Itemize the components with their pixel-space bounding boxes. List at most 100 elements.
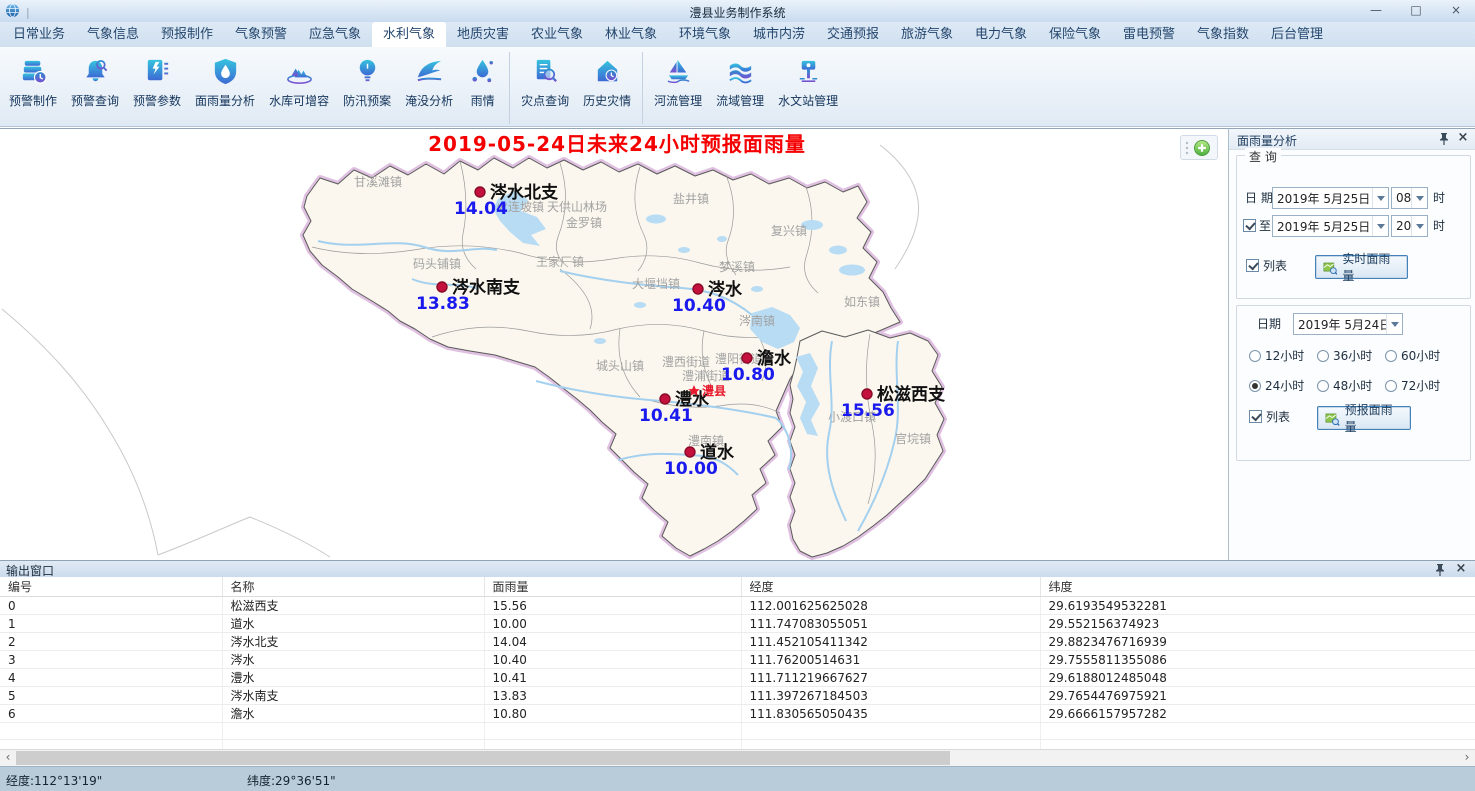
menu-tab[interactable]: 旅游气象 (890, 22, 964, 47)
table-cell: 6 (0, 705, 222, 723)
town-label: 码头铺镇 (413, 257, 461, 271)
menu-tab[interactable]: 气象信息 (76, 22, 150, 47)
forecast-date-select[interactable]: 2019年 5月24日 (1293, 313, 1403, 335)
table-row[interactable]: 3涔水10.40111.7620051463129.7555811355086 (0, 651, 1475, 669)
scroll-left-arrow[interactable]: ‹ (0, 750, 16, 766)
radio-option[interactable]: 24小时 (1249, 377, 1304, 394)
table-cell: 4 (0, 669, 222, 687)
river-icon (663, 53, 694, 89)
close-button[interactable]: × (1447, 2, 1465, 18)
menu-tab[interactable]: 环境气象 (668, 22, 742, 47)
station-dot-icon (742, 353, 752, 363)
toolbar-button[interactable]: 河流管理 (647, 50, 709, 126)
submerge-icon (414, 53, 445, 89)
output-pin-icon[interactable] (1435, 563, 1447, 577)
menu-tab[interactable]: 后台管理 (1260, 22, 1334, 47)
horizontal-scrollbar[interactable]: ‹ › (0, 749, 1475, 766)
realtime-rain-button[interactable]: 实时面雨量 (1315, 255, 1408, 279)
map-svg[interactable]: 甘溪滩镇火连坡镇天供山林场金罗镇盐井镇复兴镇码头铺镇王家厂镇大堰垱镇梦溪镇如东镇… (0, 129, 1228, 561)
table-row[interactable]: 5涔水南支13.83111.39726718450329.76544769759… (0, 687, 1475, 705)
toolbar-button[interactable]: 历史灾情 (576, 50, 638, 126)
radio-option[interactable]: 60小时 (1385, 347, 1440, 364)
table-row[interactable]: 2涔水北支14.04111.45210541134229.88234767169… (0, 633, 1475, 651)
forecast-list-checkbox[interactable] (1249, 410, 1262, 423)
column-header[interactable]: 面雨量 (484, 577, 741, 597)
toolbar-button[interactable]: 预警参数 (126, 50, 188, 126)
map-zoom-button[interactable] (1180, 135, 1218, 160)
menu-tab[interactable]: 应急气象 (298, 22, 372, 47)
radio-option[interactable]: 72小时 (1385, 377, 1440, 394)
menu-tab[interactable]: 气象指数 (1186, 22, 1260, 47)
toolbar-button-label: 水库可增容 (269, 92, 329, 109)
column-header[interactable]: 编号 (0, 577, 222, 597)
panel-close-icon[interactable]: × (1456, 130, 1470, 146)
start-hour-select[interactable]: 08 (1391, 187, 1428, 209)
minimize-button[interactable]: — (1367, 2, 1385, 18)
pin-icon[interactable] (1439, 132, 1451, 146)
toolbar-button[interactable]: 预警查询 (64, 50, 126, 126)
town-label: 盐井镇 (673, 192, 709, 206)
menu-tab[interactable]: 水利气象 (372, 22, 446, 47)
radio-label: 60小时 (1401, 347, 1440, 364)
column-header[interactable]: 经度 (741, 577, 1040, 597)
menu-tab[interactable]: 气象预警 (224, 22, 298, 47)
station-dot-icon (437, 282, 447, 292)
table-cell: 3 (0, 651, 222, 669)
toolbar-button[interactable]: 水文站管理 (771, 50, 845, 126)
table-cell: 29.6666157957282 (1040, 705, 1475, 723)
radio-circle-icon (1317, 350, 1329, 362)
output-close-icon[interactable]: × (1454, 561, 1468, 577)
table-cell: 道水 (222, 615, 484, 633)
end-hour-select[interactable]: 20 (1391, 215, 1428, 237)
column-header[interactable]: 名称 (222, 577, 484, 597)
menu-tab[interactable]: 电力气象 (964, 22, 1038, 47)
town-label: 金罗镇 (566, 215, 602, 230)
date-label: 日 期 (1245, 187, 1273, 209)
menu-tab[interactable]: 日常业务 (2, 22, 76, 47)
table-cell: 14.04 (484, 633, 741, 651)
station-value: 13.83 (416, 294, 470, 314)
town-label: 澧西街道 (662, 355, 710, 369)
disaster-query-icon (530, 53, 561, 89)
menu-tab[interactable]: 地质灾害 (446, 22, 520, 47)
column-header[interactable]: 纬度 (1040, 577, 1475, 597)
menu-tab[interactable]: 雷电预警 (1112, 22, 1186, 47)
table-row[interactable]: 1道水10.00111.74708305505129.552156374923 (0, 615, 1475, 633)
station-value: 10.80 (721, 365, 775, 385)
menu-tab[interactable]: 交通预报 (816, 22, 890, 47)
forecast-rain-button[interactable]: 预报面雨量 (1317, 406, 1411, 430)
menu-tab[interactable]: 林业气象 (594, 22, 668, 47)
table-cell: 29.6188012485048 (1040, 669, 1475, 687)
menu-tab[interactable]: 农业气象 (520, 22, 594, 47)
toolbar-button[interactable]: 淹没分析 (398, 50, 460, 126)
menu-tab[interactable]: 城市内涝 (742, 22, 816, 47)
toolbar-button[interactable]: 灾点查询 (514, 50, 576, 126)
table-row[interactable]: 0松滋西支15.56112.00162562502829.61935495322… (0, 597, 1475, 615)
toolbar-button[interactable]: 防汛预案 (336, 50, 398, 126)
radio-option[interactable]: 12小时 (1249, 347, 1304, 364)
end-date-select[interactable]: 2019年 5月25日 (1272, 215, 1389, 237)
toolbar-button[interactable]: 流域管理 (709, 50, 771, 126)
menu-tab[interactable]: 预报制作 (150, 22, 224, 47)
alert-params-icon (142, 53, 173, 89)
scroll-thumb[interactable] (16, 751, 950, 765)
radio-option[interactable]: 36小时 (1317, 347, 1372, 364)
forecast-list-label: 列表 (1266, 406, 1290, 428)
list-checkbox[interactable] (1246, 259, 1259, 272)
to-checkbox[interactable] (1243, 219, 1256, 232)
to-label: 至 (1259, 215, 1271, 237)
table-row[interactable]: 4澧水10.41111.71121966762729.6188012485048 (0, 669, 1475, 687)
table-cell: 111.747083055051 (741, 615, 1040, 633)
maximize-button[interactable]: □ (1407, 2, 1425, 18)
menu-tab[interactable]: 保险气象 (1038, 22, 1112, 47)
toolbar-button[interactable]: 雨情 (460, 50, 505, 126)
toolbar-button[interactable]: 预警制作 (2, 50, 64, 126)
toolbar-button[interactable]: 面雨量分析 (188, 50, 262, 126)
chevron-down-icon (1372, 188, 1388, 208)
toolbar-button-label: 预警制作 (9, 92, 57, 109)
radio-option[interactable]: 48小时 (1317, 377, 1372, 394)
table-row[interactable]: 6澹水10.80111.83056505043529.6666157957282 (0, 705, 1475, 723)
start-date-select[interactable]: 2019年 5月25日 (1272, 187, 1389, 209)
toolbar-button[interactable]: 水库可增容 (262, 50, 336, 126)
scroll-right-arrow[interactable]: › (1459, 750, 1475, 766)
